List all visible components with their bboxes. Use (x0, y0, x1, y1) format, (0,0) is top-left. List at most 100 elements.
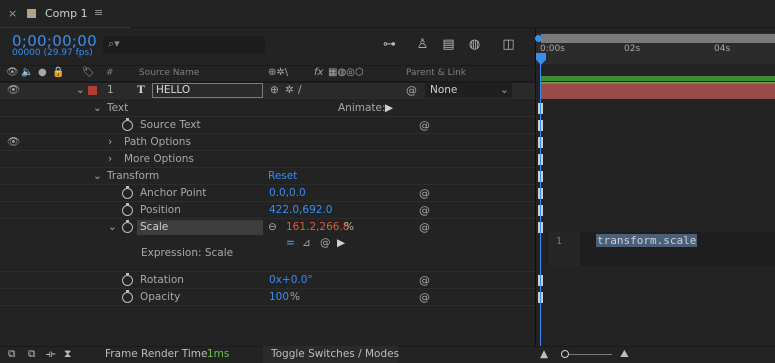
parent-link-header[interactable]: Parent & Link (406, 66, 466, 80)
path-options-expand-icon[interactable]: › (108, 134, 112, 151)
transform-expand-chevron-icon[interactable]: ⌄ (93, 168, 102, 185)
fx-header[interactable]: fx (314, 66, 323, 80)
stopwatch-icon[interactable] (122, 203, 133, 216)
expression-pick-whip-icon[interactable]: @ (419, 289, 430, 306)
panel-menu-icon[interactable]: ≡ (94, 6, 103, 19)
switches-header-icons-2[interactable]: ▦◍◎⬡ (328, 66, 364, 80)
expression-pick-whip-icon[interactable]: @ (320, 235, 331, 252)
property-visibility-icon[interactable]: 👁 (7, 134, 20, 151)
expression-pick-whip-icon[interactable]: @ (419, 185, 430, 202)
stopwatch-icon[interactable] (122, 273, 133, 286)
rotation-value[interactable]: 0x+0.0° (269, 272, 313, 289)
switches-header-icons[interactable]: ⊕✲\ (268, 66, 288, 80)
layer-label-color[interactable] (88, 86, 97, 95)
text-layer-icon: T (137, 84, 145, 96)
reset-transform-link[interactable]: Reset (268, 168, 297, 185)
solo-header-icon[interactable]: ● (38, 66, 47, 80)
text-expand-chevron-icon[interactable]: ⌄ (93, 100, 102, 117)
in-out-pane-icon[interactable]: ⟛ (46, 346, 56, 363)
draft-3d-icon[interactable]: ♙ (414, 36, 431, 53)
zoom-slider-track[interactable] (562, 354, 612, 355)
render-time-pane-icon[interactable]: ⧗ (64, 346, 71, 363)
transform-group-label[interactable]: Transform (107, 168, 159, 185)
ruler-tick-0: 0:00s (540, 44, 565, 54)
time-navigator-bar[interactable] (541, 34, 775, 43)
lock-header-icon[interactable]: 🔒 (52, 66, 64, 80)
property-row-text (0, 100, 535, 117)
close-tab-icon[interactable]: × (8, 7, 17, 20)
ruler-tick-4s: 04s (714, 44, 731, 54)
transfer-controls-pane-icon[interactable]: ⧉ (28, 346, 36, 363)
property-row-source-text (0, 117, 535, 134)
layer-duration-bar[interactable] (541, 82, 775, 99)
layer-visibility-icon[interactable]: 👁 (7, 82, 20, 99)
keyframe-marker (538, 188, 543, 199)
keyframe-marker (538, 205, 543, 216)
video-visibility-header-icon[interactable]: 👁 (6, 66, 19, 80)
property-row-position (0, 202, 535, 219)
zoom-slider-handle[interactable] (561, 350, 569, 358)
constrain-proportions-link-icon[interactable]: ⊖ (268, 219, 277, 236)
expression-gutter (548, 232, 580, 266)
property-row-path-options (0, 134, 535, 151)
property-row-opacity (0, 289, 535, 306)
navigator-start-handle[interactable] (535, 35, 542, 42)
label-header-icon[interactable]: 🏷 (82, 66, 95, 80)
keyframe-marker (538, 171, 543, 182)
expression-pick-whip-icon[interactable]: @ (419, 117, 430, 134)
graph-editor-icon[interactable]: ◫ (500, 36, 517, 53)
position-value[interactable]: 422.0,692.0 (269, 202, 332, 219)
more-options-label[interactable]: More Options (124, 151, 194, 168)
keyframe-marker (538, 292, 543, 303)
scale-expand-chevron-icon[interactable]: ⌄ (108, 219, 117, 236)
layer-switch-quality-icon[interactable]: / (298, 82, 302, 99)
keyframe-marker (538, 154, 543, 165)
ruler-tick-2s: 02s (624, 44, 641, 54)
scale-value[interactable]: 161.2,266.8 (286, 219, 349, 236)
toggle-switches-modes-button[interactable]: Toggle Switches / Modes (271, 346, 399, 363)
layer-switch-shy-icon[interactable]: ⊕ (270, 82, 279, 99)
pick-whip-icon[interactable]: @ (406, 82, 417, 99)
animate-menu-button[interactable]: ▶ (385, 100, 393, 117)
expression-pick-whip-icon[interactable]: @ (419, 202, 430, 219)
frame-blending-icon[interactable]: ◍ (466, 36, 483, 53)
source-text-label: Source Text (140, 119, 201, 131)
enable-expression-icon[interactable]: = (286, 235, 295, 252)
stopwatch-icon[interactable] (122, 290, 133, 303)
chevron-down-icon: ⌄ (500, 84, 509, 96)
audio-header-icon[interactable]: 🔈 (21, 66, 33, 80)
stopwatch-icon[interactable] (122, 186, 133, 199)
zoom-in-icon[interactable]: ⛰ (620, 346, 629, 363)
anchor-point-value[interactable]: 0.0,0.0 (269, 185, 306, 202)
layer-expand-chevron-icon[interactable]: ⌄ (76, 82, 85, 99)
shy-layers-icon[interactable]: ▤ (440, 36, 457, 53)
composition-mini-flowchart-icon[interactable]: ⊶ (381, 36, 398, 53)
work-area-bar[interactable] (541, 76, 775, 81)
anchor-point-label: Anchor Point (140, 187, 207, 199)
zoom-out-icon[interactable]: ▲ (540, 346, 548, 363)
scale-label[interactable]: Scale (140, 219, 168, 236)
number-header[interactable]: # (106, 66, 114, 80)
search-input[interactable] (103, 36, 265, 53)
comp-color-swatch (27, 9, 36, 18)
keyframe-marker (538, 275, 543, 286)
expression-graph-icon[interactable]: ⊿ (302, 235, 311, 252)
expression-language-menu-icon[interactable]: ▶ (337, 235, 345, 252)
opacity-value[interactable]: 100 (269, 289, 289, 306)
expression-code[interactable]: transform.scale (596, 234, 698, 247)
expression-pick-whip-icon[interactable]: @ (419, 272, 430, 289)
layer-name: HELLO (156, 84, 191, 96)
text-group-label[interactable]: Text (107, 100, 128, 117)
comp-tab-title[interactable]: Comp 1 (45, 7, 88, 20)
property-row-more-options (0, 151, 535, 168)
more-options-expand-icon[interactable]: › (108, 151, 112, 168)
stopwatch-icon[interactable] (122, 220, 133, 233)
stopwatch-icon[interactable] (122, 118, 133, 131)
source-name-header[interactable]: Source Name (139, 66, 199, 80)
layer-switches-pane-icon[interactable]: ⧉ (8, 346, 16, 363)
path-options-label[interactable]: Path Options (124, 134, 191, 151)
keyframe-marker (538, 222, 543, 233)
layer-switch-collapse-icon[interactable]: ✲ (285, 82, 294, 99)
tab-bar (0, 0, 775, 28)
expression-pick-whip-icon[interactable]: @ (419, 219, 430, 236)
